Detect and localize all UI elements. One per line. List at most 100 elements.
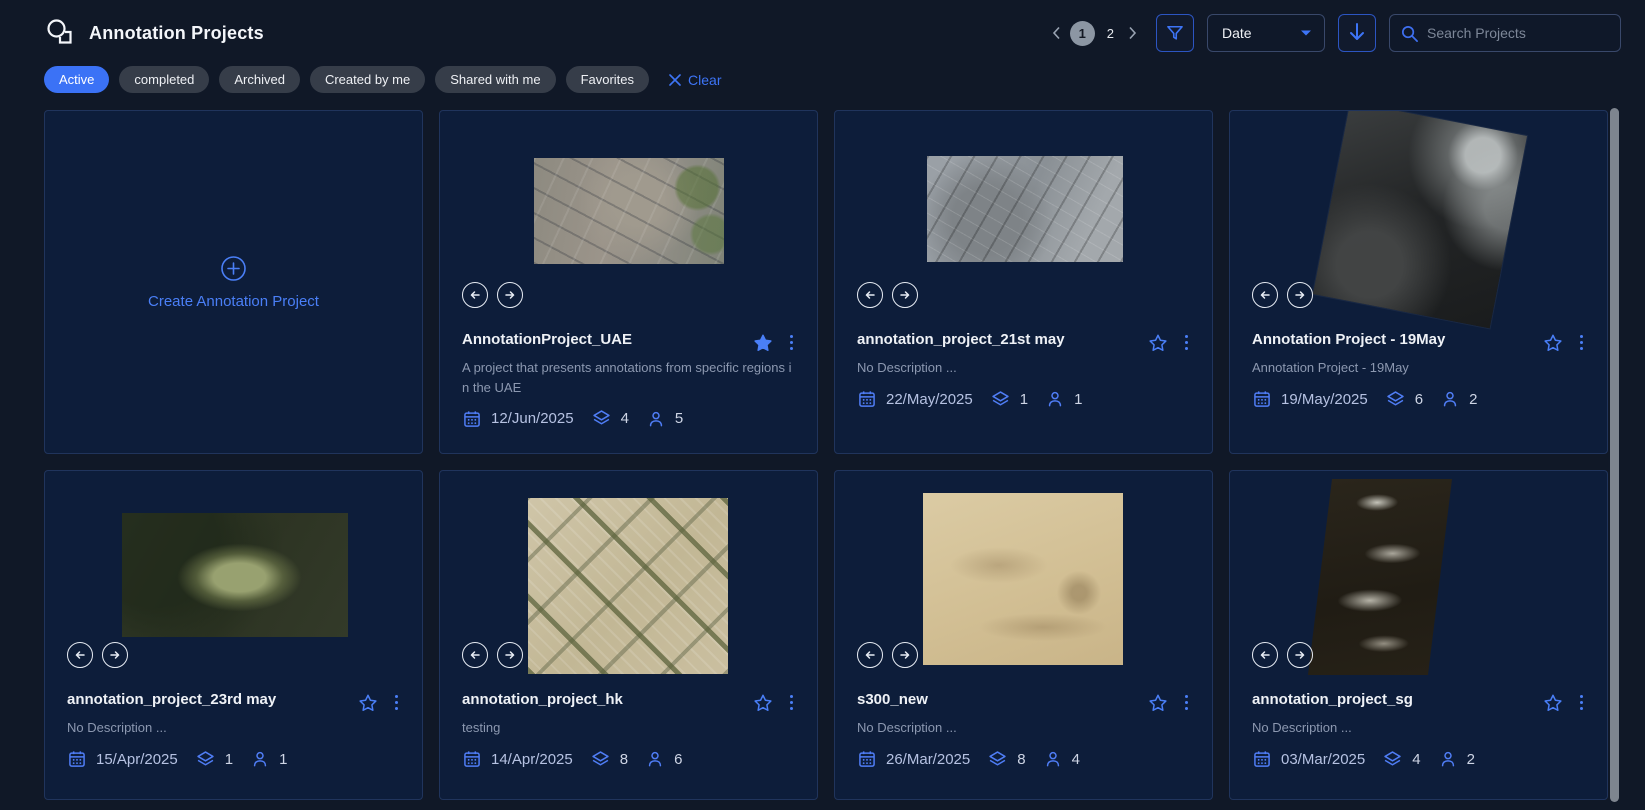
favorite-star-icon[interactable] xyxy=(753,333,773,353)
kebab-menu-icon[interactable] xyxy=(1578,692,1585,713)
plus-circle-icon xyxy=(220,255,247,282)
prev-image-button[interactable] xyxy=(857,282,883,308)
pagination: 1 2 xyxy=(1050,21,1139,46)
next-image-button[interactable] xyxy=(497,642,523,668)
user-icon xyxy=(1045,389,1065,409)
project-card[interactable]: Annotation Project - 19May Annotation Pr… xyxy=(1229,110,1608,454)
calendar-icon xyxy=(462,749,482,769)
user-icon xyxy=(646,409,666,429)
thumbnail-nav xyxy=(857,642,1190,668)
pagination-prev-button[interactable] xyxy=(1050,24,1063,42)
prev-image-button[interactable] xyxy=(1252,282,1278,308)
date-sort-dropdown[interactable]: Date xyxy=(1207,14,1325,52)
layers-icon xyxy=(591,408,612,429)
project-card[interactable]: annotation_project_21st may No Descripti… xyxy=(834,110,1213,454)
pagination-page-2[interactable]: 2 xyxy=(1102,24,1119,43)
favorite-star-icon[interactable] xyxy=(1543,333,1563,353)
prev-image-button[interactable] xyxy=(1252,642,1278,668)
kebab-menu-icon[interactable] xyxy=(788,332,795,353)
thumbnail-nav xyxy=(462,282,795,308)
favorite-star-icon[interactable] xyxy=(1148,693,1168,713)
chip-archived[interactable]: Archived xyxy=(219,66,300,93)
layers-icon xyxy=(1385,389,1406,410)
filter-button[interactable] xyxy=(1156,14,1194,52)
download-button[interactable] xyxy=(1338,14,1376,52)
thumbnail-nav xyxy=(857,282,1190,308)
project-date: 03/Mar/2025 xyxy=(1281,751,1365,768)
favorite-star-icon[interactable] xyxy=(358,693,378,713)
project-card[interactable]: AnnotationProject_UAE A project that pre… xyxy=(439,110,818,454)
layers-icon xyxy=(987,749,1008,770)
kebab-menu-icon[interactable] xyxy=(1578,332,1585,353)
project-card[interactable]: s300_new No Description ... 26/Mar/2025 … xyxy=(834,470,1213,800)
chip-created-by-me[interactable]: Created by me xyxy=(310,66,425,93)
calendar-icon xyxy=(1252,749,1272,769)
next-image-button[interactable] xyxy=(1287,642,1313,668)
project-meta: 22/May/2025 1 1 xyxy=(857,389,1190,410)
pagination-page-1[interactable]: 1 xyxy=(1070,21,1095,46)
close-icon xyxy=(669,74,681,86)
layers-icon xyxy=(1382,749,1403,770)
layers-icon xyxy=(590,749,611,770)
project-title: AnnotationProject_UAE xyxy=(462,331,632,349)
kebab-menu-icon[interactable] xyxy=(393,692,400,713)
calendar-icon xyxy=(1252,389,1272,409)
users-count: 2 xyxy=(1467,751,1475,768)
favorite-star-icon[interactable] xyxy=(753,693,773,713)
project-description: A project that presents annotations from… xyxy=(462,358,795,397)
layers-count: 4 xyxy=(621,410,629,427)
prev-image-button[interactable] xyxy=(462,642,488,668)
chevron-down-icon xyxy=(1300,29,1312,37)
layers-count: 1 xyxy=(225,751,233,768)
project-description: Annotation Project - 19May xyxy=(1252,358,1585,378)
prev-image-button[interactable] xyxy=(857,642,883,668)
project-description: No Description ... xyxy=(857,358,1190,378)
project-card[interactable]: annotation_project_hk testing 14/Apr/202… xyxy=(439,470,818,800)
users-count: 2 xyxy=(1469,391,1477,408)
user-icon xyxy=(1438,749,1458,769)
next-image-button[interactable] xyxy=(102,642,128,668)
layers-count: 1 xyxy=(1020,391,1028,408)
chip-completed[interactable]: completed xyxy=(119,66,209,93)
project-title: Annotation Project - 19May xyxy=(1252,331,1445,349)
search-input[interactable] xyxy=(1427,25,1610,41)
project-date: 15/Apr/2025 xyxy=(96,751,178,768)
user-icon xyxy=(1043,749,1063,769)
create-annotation-project-card[interactable]: Create Annotation Project xyxy=(44,110,423,454)
thumbnail-nav xyxy=(67,642,400,668)
layers-count: 6 xyxy=(1415,391,1423,408)
title-group: Annotation Projects xyxy=(44,17,264,50)
vertical-scrollbar[interactable] xyxy=(1610,108,1619,802)
calendar-icon xyxy=(857,749,877,769)
prev-image-button[interactable] xyxy=(67,642,93,668)
users-count: 4 xyxy=(1072,751,1080,768)
next-image-button[interactable] xyxy=(892,282,918,308)
project-card[interactable]: annotation_project_23rd may No Descripti… xyxy=(44,470,423,800)
calendar-icon xyxy=(857,389,877,409)
chip-favorites[interactable]: Favorites xyxy=(566,66,649,93)
next-image-button[interactable] xyxy=(892,642,918,668)
prev-image-button[interactable] xyxy=(462,282,488,308)
next-image-button[interactable] xyxy=(1287,282,1313,308)
header-controls: 1 2 Date xyxy=(1050,14,1621,52)
thumbnail-nav xyxy=(462,642,795,668)
pagination-next-button[interactable] xyxy=(1126,24,1139,42)
project-meta: 15/Apr/2025 1 1 xyxy=(67,749,400,770)
users-count: 1 xyxy=(279,751,287,768)
clear-filters-button[interactable]: Clear xyxy=(669,72,721,88)
kebab-menu-icon[interactable] xyxy=(788,692,795,713)
clear-label: Clear xyxy=(688,72,721,88)
kebab-menu-icon[interactable] xyxy=(1183,332,1190,353)
project-meta: 26/Mar/2025 8 4 xyxy=(857,749,1190,770)
calendar-icon xyxy=(67,749,87,769)
chip-active[interactable]: Active xyxy=(44,66,109,93)
project-meta: 14/Apr/2025 8 6 xyxy=(462,749,795,770)
favorite-star-icon[interactable] xyxy=(1543,693,1563,713)
chip-shared-with-me[interactable]: Shared with me xyxy=(435,66,555,93)
filter-chips-row: Active completed Archived Created by me … xyxy=(44,66,722,93)
next-image-button[interactable] xyxy=(497,282,523,308)
kebab-menu-icon[interactable] xyxy=(1183,692,1190,713)
project-card[interactable]: annotation_project_sg No Description ...… xyxy=(1229,470,1608,800)
favorite-star-icon[interactable] xyxy=(1148,333,1168,353)
project-description: No Description ... xyxy=(857,718,1190,738)
